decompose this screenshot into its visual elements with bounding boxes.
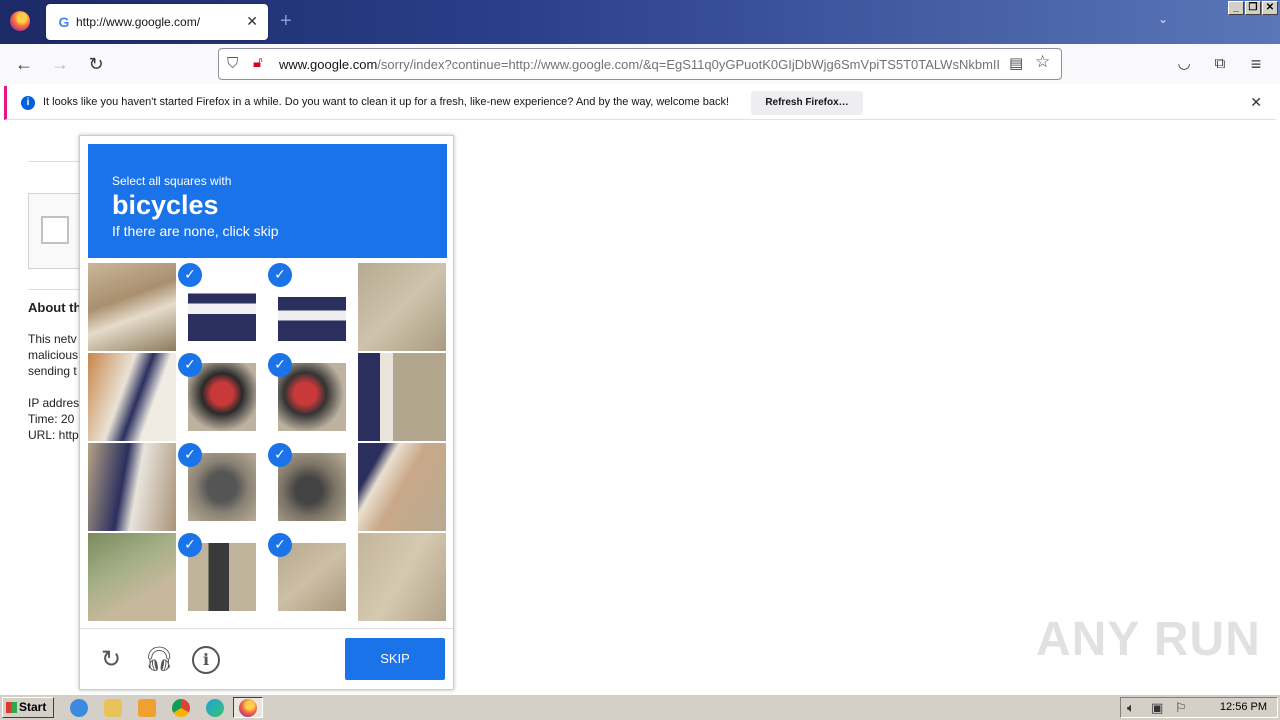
media-player-icon[interactable] [138, 699, 156, 717]
help-info-icon[interactable]: i [192, 646, 220, 674]
extensions-puzzle-icon[interactable]: ⧉ [1208, 52, 1232, 76]
back-arrow-icon[interactable]: ← [12, 52, 36, 76]
tile-selected-check-icon: ✓ [178, 533, 202, 557]
captcha-tile[interactable] [358, 353, 446, 441]
windows-flag-icon [6, 702, 17, 713]
tile-image [88, 533, 176, 621]
notification-message: It looks like you haven't started Firefo… [43, 96, 730, 108]
tab-close-icon[interactable]: ✕ [246, 13, 258, 30]
tile-selected-check-icon: ✓ [268, 353, 292, 377]
minimize-button[interactable]: _ [1228, 1, 1244, 15]
captcha-grid: ✓ ✓ ✓ ✓ ✓ ✓ ✓ ✓ [88, 263, 447, 622]
firefox-taskbar-icon [239, 699, 257, 717]
taskbar-firefox-button[interactable] [233, 697, 263, 718]
pocket-icon[interactable]: ◡ [1172, 52, 1196, 76]
bookmark-star-icon[interactable]: ☆ [1035, 52, 1050, 72]
tile-image [88, 443, 176, 531]
tile-selected-check-icon: ✓ [268, 443, 292, 467]
anyrun-watermark: ANY RUN [1036, 613, 1261, 666]
firefox-logo-icon[interactable] [10, 11, 30, 31]
tile-selected-check-icon: ✓ [178, 353, 202, 377]
explorer-folder-icon[interactable] [104, 699, 122, 717]
captcha-tile[interactable]: ✓ [178, 263, 266, 351]
tile-selected-check-icon: ✓ [268, 263, 292, 287]
refresh-firefox-button[interactable]: Refresh Firefox… [751, 91, 863, 115]
recaptcha-checkbox[interactable] [41, 216, 69, 244]
refresh-firefox-notification: i It looks like you haven't started Fire… [4, 86, 1276, 120]
tab-list-chevron-down-icon[interactable]: ⌄ [1158, 12, 1168, 26]
divider [80, 628, 453, 629]
menu-hamburger-icon[interactable]: ≡ [1244, 52, 1268, 76]
reload-icon[interactable]: ↻ [84, 52, 108, 76]
url-bar[interactable]: ⛉ 🔓︎ www.google.com/sorry/index?continue… [218, 48, 1062, 80]
captcha-tile[interactable] [358, 263, 446, 351]
captcha-tile[interactable]: ✓ [268, 443, 356, 531]
url-text[interactable]: www.google.com/sorry/index?continue=http… [279, 57, 999, 72]
tile-image [88, 353, 176, 441]
tile-selected-check-icon: ✓ [178, 443, 202, 467]
captcha-tile[interactable]: ✓ [268, 353, 356, 441]
start-button[interactable]: Start [2, 697, 54, 718]
reader-view-icon[interactable]: ▤ [1009, 54, 1023, 72]
captcha-tile[interactable]: ✓ [178, 353, 266, 441]
audio-headphones-icon[interactable]: 🎧︎ [144, 646, 174, 674]
captcha-tile[interactable] [88, 353, 176, 441]
captcha-tile[interactable] [88, 443, 176, 531]
tile-image [358, 533, 446, 621]
reload-challenge-icon[interactable]: ↻ [97, 646, 125, 674]
tile-selected-check-icon: ✓ [268, 533, 292, 557]
edge-icon[interactable] [206, 699, 224, 717]
instruction-line: Select all squares with [112, 174, 232, 188]
captcha-tile[interactable]: ✓ [178, 443, 266, 531]
system-tray: 🔈︎ ▣ ⚐ 12:56 PM [1120, 697, 1278, 718]
instruction-hint: If there are none, click skip [112, 223, 279, 239]
action-center-flag-icon[interactable]: ⚐ [1175, 700, 1187, 716]
target-object: bicycles [112, 190, 219, 220]
tab-google[interactable]: G http://www.google.com/ ✕ [46, 4, 268, 40]
network-icon[interactable]: ▣ [1151, 700, 1163, 716]
chrome-icon[interactable] [172, 699, 190, 717]
body-line: sending t [28, 364, 77, 378]
time-line: Time: 20 [28, 412, 75, 426]
captcha-tile[interactable]: ✓ [268, 533, 356, 621]
tile-image [358, 443, 446, 531]
restore-button[interactable]: ❐ [1245, 1, 1261, 15]
navigation-bar: ← → ↻ ⛉ 🔓︎ www.google.com/sorry/index?co… [0, 44, 1280, 84]
captcha-tile[interactable] [358, 443, 446, 531]
notification-close-icon[interactable]: ✕ [1250, 94, 1262, 111]
tile-image [88, 263, 176, 351]
url-line[interactable]: URL: http [28, 428, 80, 442]
tile-image [358, 353, 446, 441]
ip-line: IP addres [28, 396, 80, 410]
body-line: malicious [28, 348, 79, 362]
ie-icon[interactable] [70, 699, 88, 717]
tab-title: http://www.google.com/ [76, 15, 201, 29]
captcha-instructions: Select all squares with bicycles If ther… [88, 144, 447, 258]
clock: 12:56 PM [1219, 701, 1267, 713]
captcha-tile[interactable] [358, 533, 446, 621]
window-controls: _ ❐ ✕ [1228, 1, 1278, 15]
insecure-lock-icon[interactable]: 🔓︎ [253, 54, 263, 71]
about-heading: About th [28, 300, 80, 315]
tracking-shield-icon[interactable]: ⛉ [227, 55, 238, 72]
captcha-tile[interactable]: ✓ [178, 533, 266, 621]
forward-arrow-icon[interactable]: → [48, 52, 72, 76]
info-icon: i [21, 96, 35, 110]
captcha-challenge: Select all squares with bicycles If ther… [79, 135, 454, 690]
volume-icon[interactable]: 🔈︎ [1127, 700, 1135, 716]
captcha-tile[interactable] [88, 533, 176, 621]
captcha-tile[interactable] [88, 263, 176, 351]
new-tab-plus-icon[interactable]: + [280, 10, 292, 33]
taskbar: Start 🔈︎ ▣ ⚐ 12:56 PM [0, 694, 1280, 720]
close-window-button[interactable]: ✕ [1262, 1, 1278, 15]
tile-image [358, 263, 446, 351]
body-line: This netv [28, 332, 77, 346]
tab-strip: G http://www.google.com/ ✕ + ⌄ _ ❐ ✕ [0, 0, 1280, 44]
google-favicon-icon: G [58, 14, 70, 30]
tile-selected-check-icon: ✓ [178, 263, 202, 287]
captcha-tile[interactable]: ✓ [268, 263, 356, 351]
skip-button[interactable]: SKIP [345, 638, 445, 680]
